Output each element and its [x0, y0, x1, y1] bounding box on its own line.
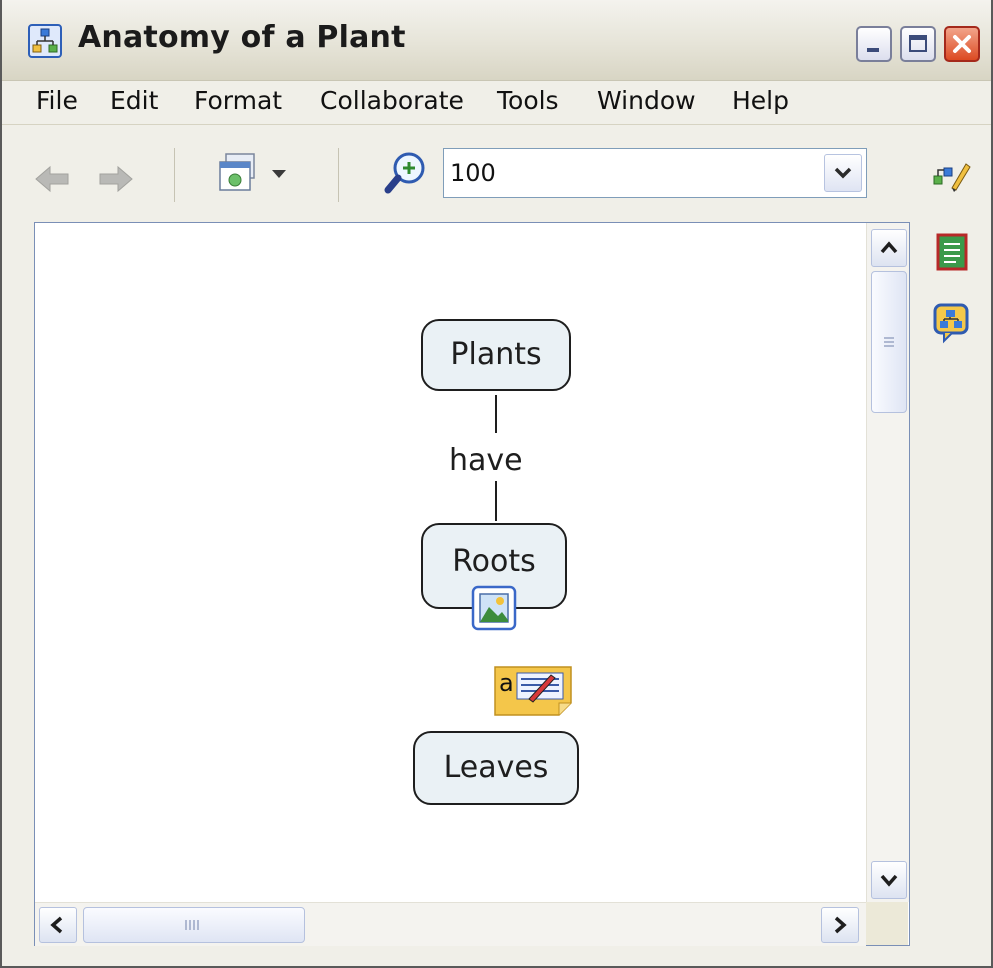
scroll-down-button[interactable]: [871, 861, 907, 899]
vertical-scrollbar[interactable]: [866, 223, 909, 902]
back-arrow-icon[interactable]: [32, 162, 74, 196]
menu-tools[interactable]: Tools: [497, 86, 559, 115]
chevron-up-icon: [880, 241, 898, 254]
scroll-right-button[interactable]: [821, 907, 859, 943]
menu-edit[interactable]: Edit: [110, 86, 158, 115]
chevron-down-icon: [880, 874, 898, 887]
maximize-icon: [909, 35, 927, 52]
menu-file[interactable]: File: [36, 86, 78, 115]
connection-line: [495, 395, 497, 433]
zoom-dropdown-button[interactable]: [824, 154, 862, 192]
chevron-left-icon: [50, 916, 63, 934]
linking-phrase-have[interactable]: have: [449, 443, 523, 478]
notes-icon[interactable]: [934, 232, 970, 274]
window-title: Anatomy of a Plant: [78, 20, 406, 55]
vertical-scroll-thumb[interactable]: [871, 271, 907, 413]
app-icon: [28, 24, 62, 58]
image-resource-button[interactable]: [471, 585, 517, 631]
concept-node-leaves[interactable]: Leaves: [413, 731, 579, 805]
minimize-button[interactable]: [856, 26, 892, 62]
toolbar-separator: [338, 148, 339, 202]
map-view-icon[interactable]: [932, 302, 972, 344]
menu-collaborate[interactable]: Collaborate: [320, 86, 464, 115]
chevron-down-icon: [834, 167, 852, 179]
chevron-right-icon: [834, 916, 847, 934]
title-bar[interactable]: Anatomy of a Plant: [2, 0, 991, 81]
app-window: Anatomy of a Plant File Edit Format Coll…: [0, 0, 993, 968]
grip-icon: [185, 920, 199, 930]
connection-line: [495, 481, 497, 521]
zoom-icon[interactable]: [383, 148, 433, 198]
concept-map-canvas[interactable]: Plants have Roots a Leaves: [34, 222, 910, 946]
view-selector-icon: [219, 153, 286, 191]
menu-window[interactable]: Window: [597, 86, 696, 115]
zoom-level-combobox[interactable]: 100: [443, 148, 867, 198]
scrollbar-corner: [866, 902, 908, 945]
maximize-button[interactable]: [900, 26, 936, 62]
scroll-up-button[interactable]: [871, 229, 907, 267]
forward-arrow-icon[interactable]: [94, 162, 136, 196]
edit-styles-icon[interactable]: [930, 156, 974, 196]
toolbar-separator: [174, 148, 175, 202]
close-icon: [953, 35, 971, 53]
view-selector-button[interactable]: [216, 150, 302, 202]
image-resource-icon: [471, 585, 517, 631]
scroll-left-button[interactable]: [39, 907, 77, 943]
text-annotation-icon: a: [494, 666, 572, 716]
menu-bar: File Edit Format Collaborate Tools Windo…: [2, 80, 991, 125]
horizontal-scroll-thumb[interactable]: [83, 907, 305, 943]
concept-node-plants[interactable]: Plants: [421, 319, 571, 391]
text-annotation-note[interactable]: a: [493, 665, 575, 717]
horizontal-scrollbar[interactable]: [35, 902, 866, 946]
menu-help[interactable]: Help: [732, 86, 789, 115]
menu-format[interactable]: Format: [194, 86, 282, 115]
grip-icon: [884, 337, 894, 347]
note-letter: a: [499, 669, 514, 697]
close-button[interactable]: [944, 26, 980, 62]
minimize-icon: [867, 48, 879, 52]
zoom-level-value[interactable]: 100: [450, 159, 496, 187]
